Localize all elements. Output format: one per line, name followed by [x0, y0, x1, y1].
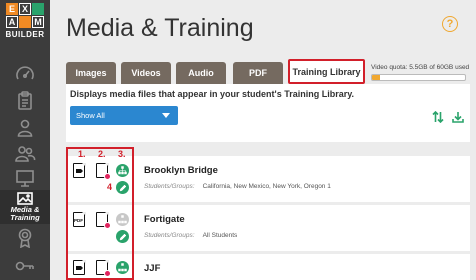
- library-panel: Displays media files that appear in your…: [66, 84, 470, 142]
- media-image-icon: [17, 192, 33, 205]
- logo-letter: E: [6, 3, 18, 15]
- logo-wordmark: BUILDER: [5, 30, 45, 39]
- item-subtitle: Students/Groups: California, New Mexico, …: [144, 183, 331, 190]
- badge-icon: [18, 228, 32, 248]
- tab-videos[interactable]: Videos: [121, 62, 171, 84]
- quota-label: Video quota: 5.5GB of 60GB used: [371, 64, 470, 71]
- video-quota: Video quota: 5.5GB of 60GB used: [371, 64, 469, 81]
- item-title[interactable]: JJF: [144, 263, 160, 274]
- sidebar-item-dashboard[interactable]: [0, 62, 50, 86]
- sidebar-item-media-training[interactable]: Media & Training: [0, 190, 50, 224]
- logo-letter: X: [19, 3, 31, 15]
- groups-label: Students/Groups:: [144, 183, 195, 190]
- person-icon: [17, 119, 33, 137]
- page-title: Media & Training: [66, 14, 254, 42]
- people-icon: [15, 146, 36, 162]
- sidebar-label-line: Training: [10, 213, 40, 222]
- sort-icon: [432, 110, 444, 124]
- download-button[interactable]: [452, 110, 464, 128]
- annotation-number: 1.: [78, 149, 86, 159]
- tab-training-library[interactable]: Training Library: [288, 59, 365, 84]
- tab-pdf[interactable]: PDF: [233, 62, 283, 84]
- clipboard-icon: [18, 91, 32, 110]
- groups-value: All Students: [202, 232, 238, 239]
- tab-images[interactable]: Images: [66, 62, 116, 84]
- sidebar-item-exams[interactable]: [0, 88, 50, 114]
- logo-block: [32, 3, 44, 15]
- sidebar-item-reports[interactable]: [0, 166, 50, 190]
- logo-block: [19, 16, 31, 28]
- item-title[interactable]: Brooklyn Bridge: [144, 165, 218, 176]
- sidebar-item-security[interactable]: [0, 254, 50, 278]
- sidebar-item-groups[interactable]: [0, 142, 50, 166]
- highlight-box: [66, 147, 134, 280]
- sidebar: E X A M BUILDER Media & Training: [0, 0, 50, 280]
- speedometer-icon: [16, 66, 34, 80]
- key-icon: [15, 261, 34, 271]
- download-icon: [452, 112, 464, 123]
- help-icon[interactable]: ?: [442, 16, 458, 32]
- logo-letter: M: [32, 16, 44, 28]
- item-subtitle: Students/Groups: All Students: [144, 232, 237, 239]
- sidebar-item-label: Media & Training: [10, 206, 39, 222]
- groups-label: Students/Groups:: [144, 232, 195, 239]
- tab-audio[interactable]: Audio: [176, 62, 226, 84]
- exambuilder-logo[interactable]: E X A M BUILDER: [5, 3, 45, 39]
- annotation-number: 3.: [118, 149, 126, 159]
- groups-value: California, New Mexico, New York, Oregon…: [202, 183, 331, 190]
- sort-button[interactable]: [432, 110, 444, 128]
- sidebar-item-certificates[interactable]: [0, 226, 50, 250]
- annotation-number: 4: [107, 182, 113, 192]
- quota-fill: [372, 75, 381, 80]
- annotation-number: 2.: [98, 149, 106, 159]
- item-title[interactable]: Fortigate: [144, 214, 185, 225]
- filter-selected: Show All: [76, 111, 105, 120]
- presentation-icon: [16, 170, 34, 187]
- filter-dropdown[interactable]: Show All: [70, 106, 178, 125]
- chevron-down-icon: [162, 113, 170, 118]
- panel-description: Displays media files that appear in your…: [70, 89, 355, 99]
- sidebar-item-students[interactable]: [0, 116, 50, 140]
- quota-bar: [371, 74, 466, 81]
- logo-letter: A: [6, 16, 18, 28]
